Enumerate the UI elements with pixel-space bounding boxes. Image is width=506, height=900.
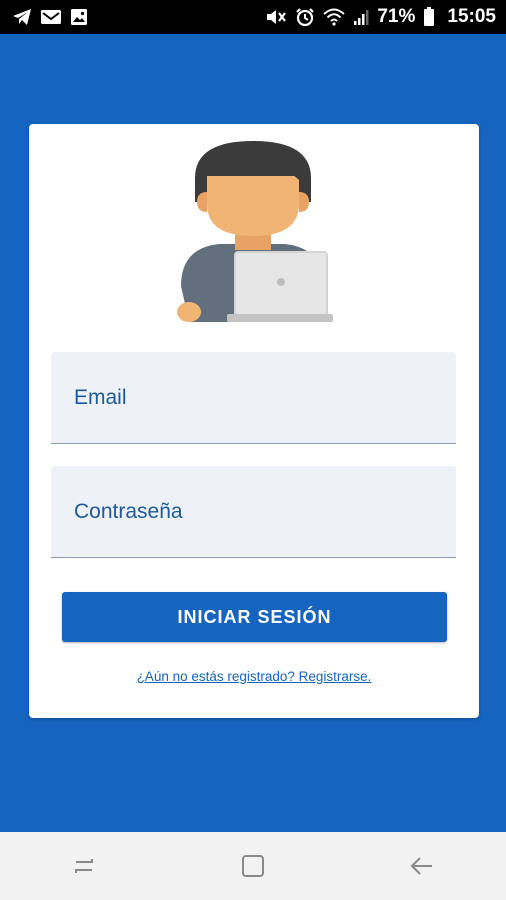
password-field[interactable] [51, 466, 456, 557]
email-field-container [51, 352, 456, 444]
signal-icon [353, 8, 369, 26]
recent-apps-icon[interactable] [54, 841, 114, 891]
mute-icon [265, 7, 287, 27]
image-icon [70, 8, 88, 26]
alarm-icon [295, 7, 315, 27]
user-laptop-icon [171, 136, 335, 322]
status-bar: 71% 15:05 [0, 0, 506, 34]
back-icon[interactable] [392, 841, 452, 891]
login-card: INICIAR SESIÓN ¿Aún no estás registrado?… [29, 124, 479, 718]
register-link[interactable]: ¿Aún no estás registrado? Registrarse. [29, 669, 479, 684]
clock: 15:05 [447, 6, 496, 27]
email-field[interactable] [51, 352, 456, 443]
home-icon[interactable] [223, 841, 283, 891]
battery-icon [423, 7, 435, 27]
login-button[interactable]: INICIAR SESIÓN [62, 592, 447, 642]
notification-icons [12, 8, 88, 26]
telegram-icon [12, 8, 32, 26]
wifi-icon [323, 8, 346, 26]
app-background: INICIAR SESIÓN ¿Aún no estás registrado?… [0, 34, 506, 832]
system-icons: 71% 15:05 [265, 6, 496, 28]
navigation-bar [0, 832, 506, 900]
battery-percent: 71% [377, 6, 416, 27]
gmail-icon [40, 8, 62, 26]
password-field-container [51, 466, 456, 558]
